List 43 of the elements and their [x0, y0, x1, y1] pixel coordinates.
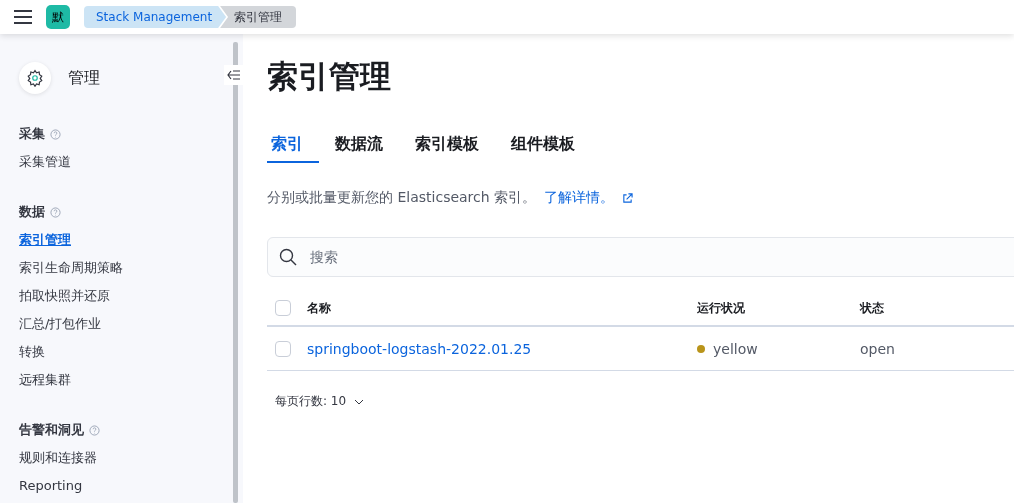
description: 分别或批量更新您的 Elasticsearch 索引。 [267, 189, 537, 207]
column-header[interactable]: 名称 [307, 299, 697, 317]
status-cell-text: open [860, 340, 896, 357]
gear-icon [19, 62, 51, 94]
tab[interactable]: 索引 [267, 128, 319, 163]
sidebar-item[interactable]: 汇总/打包作业 [19, 310, 102, 338]
tab[interactable]: 索引模板 [411, 128, 495, 163]
select-all-checkbox[interactable] [275, 300, 291, 316]
index-name-link[interactable]: springboot-logstash-2022.01.25 [307, 340, 532, 357]
group-title: 告警和洞见 [19, 421, 84, 439]
column-header[interactable]: 运行状况 [697, 299, 860, 317]
search-field[interactable]: 搜索 [267, 237, 1014, 277]
help-icon [50, 206, 61, 218]
health-cell: yellow [713, 340, 758, 357]
sidebar-item[interactable]: 拍取快照并还原 [19, 282, 110, 310]
group-title: 采集 [19, 125, 45, 143]
row-checkbox[interactable] [275, 340, 291, 357]
sidebar-item[interactable]: 规则和连接器 [19, 444, 97, 472]
sidebar-item[interactable]: 转换 [19, 338, 45, 366]
collapse-icon [227, 70, 241, 80]
sidebar-item[interactable]: 索引管理 [19, 226, 71, 254]
sidebar-title: 管理 [68, 67, 100, 89]
breadcrumb[interactable]: 索引管理 [220, 6, 297, 28]
menu-icon[interactable] [14, 10, 32, 24]
sidebar-item[interactable]: 远程集群 [19, 366, 71, 394]
breadcrumb[interactable]: Stack Management [84, 6, 227, 28]
space-avatar[interactable]: 默 [46, 5, 70, 29]
help-icon [89, 424, 100, 436]
caret-icon [354, 398, 365, 405]
external-link-icon[interactable] [622, 192, 634, 204]
learn-more-link[interactable]: 了解详情。 [544, 189, 615, 207]
page-title: 索引管理 [267, 57, 392, 96]
sidebar-item[interactable]: 索引生命周期策略 [19, 254, 123, 282]
rows-per-page-button[interactable]: 每页行数: 10 [267, 393, 365, 410]
tab[interactable]: 数据流 [331, 128, 399, 163]
group-title: 数据 [19, 203, 45, 221]
tab[interactable]: 组件模板 [507, 128, 591, 163]
help-icon [50, 128, 61, 140]
column-header[interactable]: 状态 [860, 299, 1014, 317]
sidebar-item[interactable]: Reporting [19, 472, 83, 500]
sidebar-item[interactable]: 采集管道 [19, 148, 71, 176]
collapse-button[interactable] [224, 65, 244, 85]
search-icon [279, 248, 297, 266]
